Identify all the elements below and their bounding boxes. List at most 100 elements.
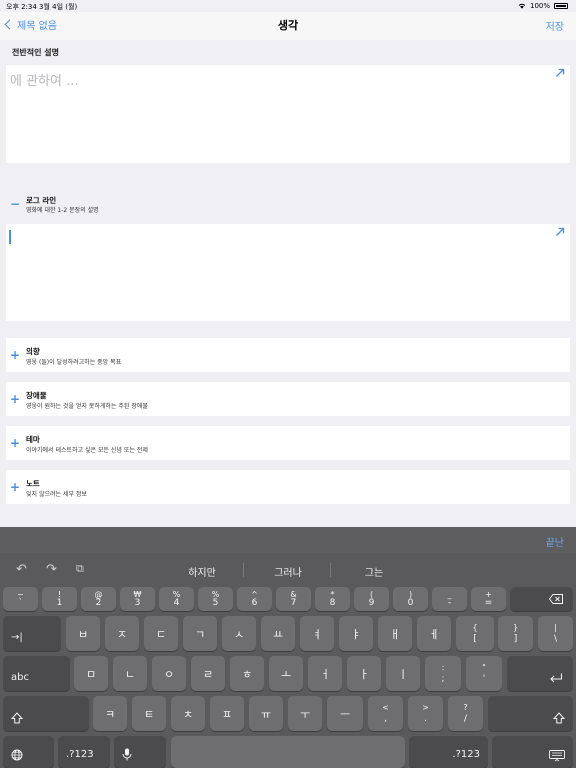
key-hangul[interactable]: ㄹ (191, 656, 225, 691)
key-9[interactable]: (9 (354, 587, 389, 611)
key-hangul[interactable]: ㅈ (105, 616, 139, 651)
key-hangul[interactable]: ㅁ (74, 656, 108, 691)
key-2[interactable]: @2 (81, 587, 116, 611)
key-hangul[interactable]: ㅠ (249, 696, 283, 731)
field-obstacle[interactable]: + 장애물 영웅이 원하는 것을 얻지 못하게하는 주된 장애물 (6, 382, 570, 416)
key-backtick[interactable]: ~ ` (3, 587, 38, 611)
key-hangul[interactable]: ㅓ (308, 656, 342, 691)
key-hangul[interactable]: ㅎ (230, 656, 264, 691)
key-label: / (463, 714, 468, 724)
key-label: } (512, 623, 519, 632)
suggestion-item[interactable]: 그러나 (248, 564, 328, 579)
key-8[interactable]: * 8 (315, 587, 350, 611)
logline-text-area[interactable] (6, 224, 570, 321)
key-hangul[interactable]: ㅡ (327, 696, 363, 731)
key-slash[interactable]: ? / (448, 696, 483, 731)
key-quote[interactable]: " ' (466, 656, 502, 691)
tab-key[interactable]: →| (3, 616, 61, 651)
key-hangul[interactable]: ㄴ (113, 656, 147, 691)
text-cursor (9, 230, 11, 244)
save-button[interactable]: 저장 (546, 18, 564, 33)
key-period[interactable]: >. (408, 696, 443, 731)
field-title: 장애물 (26, 391, 47, 400)
paste-icon[interactable]: ⧉ (76, 562, 84, 576)
key-hangul[interactable]: ㄱ (183, 616, 217, 651)
key-minus[interactable]: _ - (432, 587, 467, 611)
shift-right-key[interactable] (488, 696, 573, 731)
key-label: ㅍ (221, 707, 233, 721)
key-1[interactable]: ! 1 (42, 587, 77, 611)
numbers-key-right[interactable]: .?123 (409, 736, 488, 768)
space-key[interactable] (171, 736, 405, 768)
key-label: ㅕ (311, 627, 323, 641)
field-title: 의향 (26, 347, 40, 356)
delete-key[interactable] (510, 587, 573, 611)
field-notes[interactable]: + 노트 잊지 않으려는 세부 정보 (6, 470, 570, 504)
key-bracket-right[interactable]: }] (498, 616, 533, 651)
overview-text-area[interactable]: 에 관하여 ... (6, 65, 570, 163)
key-hangul[interactable]: ㅅ (222, 616, 256, 651)
key-hangul[interactable]: ㅔ (417, 616, 451, 651)
field-intent[interactable]: + 의향 영웅 (들)이 달성하려고하는 중앙 목표 (6, 338, 570, 372)
suggestion-item[interactable]: 그는 (334, 564, 414, 579)
key-label: ㅅ (233, 627, 245, 641)
expand-arrow-icon[interactable] (555, 68, 565, 78)
key-comma[interactable]: <, (368, 696, 403, 731)
key-label: ㅏ (358, 667, 370, 681)
page-title: 생각 (277, 19, 299, 32)
key-label: ㅈ (116, 627, 128, 641)
hide-keyboard-key[interactable] (492, 736, 573, 768)
suggestion-item[interactable]: 하지만 (162, 564, 242, 579)
expand-arrow-icon[interactable] (555, 227, 565, 237)
key-label: ㅡ (339, 707, 351, 721)
key-hangul[interactable]: ㅑ (339, 616, 373, 651)
key-label: ㄱ (194, 627, 206, 641)
key-label: > (422, 703, 429, 712)
done-button[interactable]: 끝난 (546, 534, 564, 549)
key-equals[interactable]: + = (471, 587, 506, 611)
key-hangul[interactable]: ㄷ (144, 616, 178, 651)
key-7[interactable]: & 7 (276, 587, 311, 611)
key-5[interactable]: % 5 (198, 587, 233, 611)
key-hangul[interactable]: ㅕ (300, 616, 334, 651)
key-hangul[interactable]: ㅋ (93, 696, 127, 731)
field-theme[interactable]: + 테마 이야기에서 테스트하고 싶은 모든 신념 또는 전제 (6, 426, 570, 460)
key-label: ㄹ (202, 667, 214, 681)
key-hangul[interactable]: ㅐ (378, 616, 412, 651)
key-label: ㅋ (104, 707, 116, 721)
return-key[interactable] (507, 656, 573, 691)
logline-header[interactable]: − 로그 라인 영화에 대한 1-2 문장의 설명 (0, 193, 576, 217)
key-label: 8 (329, 598, 336, 608)
key-hangul[interactable]: ㅂ (66, 616, 100, 651)
key-backslash[interactable]: | \ (538, 616, 573, 651)
key-hangul[interactable]: ㅣ (386, 656, 420, 691)
key-hangul[interactable]: ㅛ (261, 616, 295, 651)
key-hangul[interactable]: ㅗ (269, 656, 303, 691)
key-hangul[interactable]: ㅜ (288, 696, 322, 731)
key-semicolon[interactable]: :; (425, 656, 461, 691)
globe-key[interactable] (3, 736, 54, 768)
key-hangul[interactable]: ㅌ (132, 696, 166, 731)
globe-icon (11, 749, 23, 761)
key-bracket-left[interactable]: {[ (456, 616, 494, 651)
key-3[interactable]: ₩3 (120, 587, 155, 611)
key-0[interactable]: ) 0 (393, 587, 428, 611)
key-4[interactable]: % 4 (159, 587, 194, 611)
key-label: " (482, 663, 486, 672)
return-icon (550, 673, 563, 683)
battery-percent: 100% (529, 2, 550, 10)
key-hangul[interactable]: ㅇ (152, 656, 186, 691)
abc-key[interactable]: abc (3, 656, 70, 691)
key-label: = (484, 598, 493, 608)
key-label: ㅌ (143, 707, 155, 721)
key-hangul[interactable]: ㅏ (347, 656, 381, 691)
shift-left-key[interactable] (3, 696, 89, 731)
key-hangul[interactable]: ㅊ (171, 696, 205, 731)
redo-icon[interactable]: ↷ (46, 562, 57, 577)
field-title: 테마 (26, 435, 40, 444)
numbers-key-left[interactable]: .?123 (58, 736, 110, 768)
key-hangul[interactable]: ㅍ (210, 696, 244, 731)
key-6[interactable]: ^ 6 (237, 587, 272, 611)
dictation-key[interactable] (114, 736, 166, 768)
undo-icon[interactable]: ↶ (16, 562, 27, 577)
